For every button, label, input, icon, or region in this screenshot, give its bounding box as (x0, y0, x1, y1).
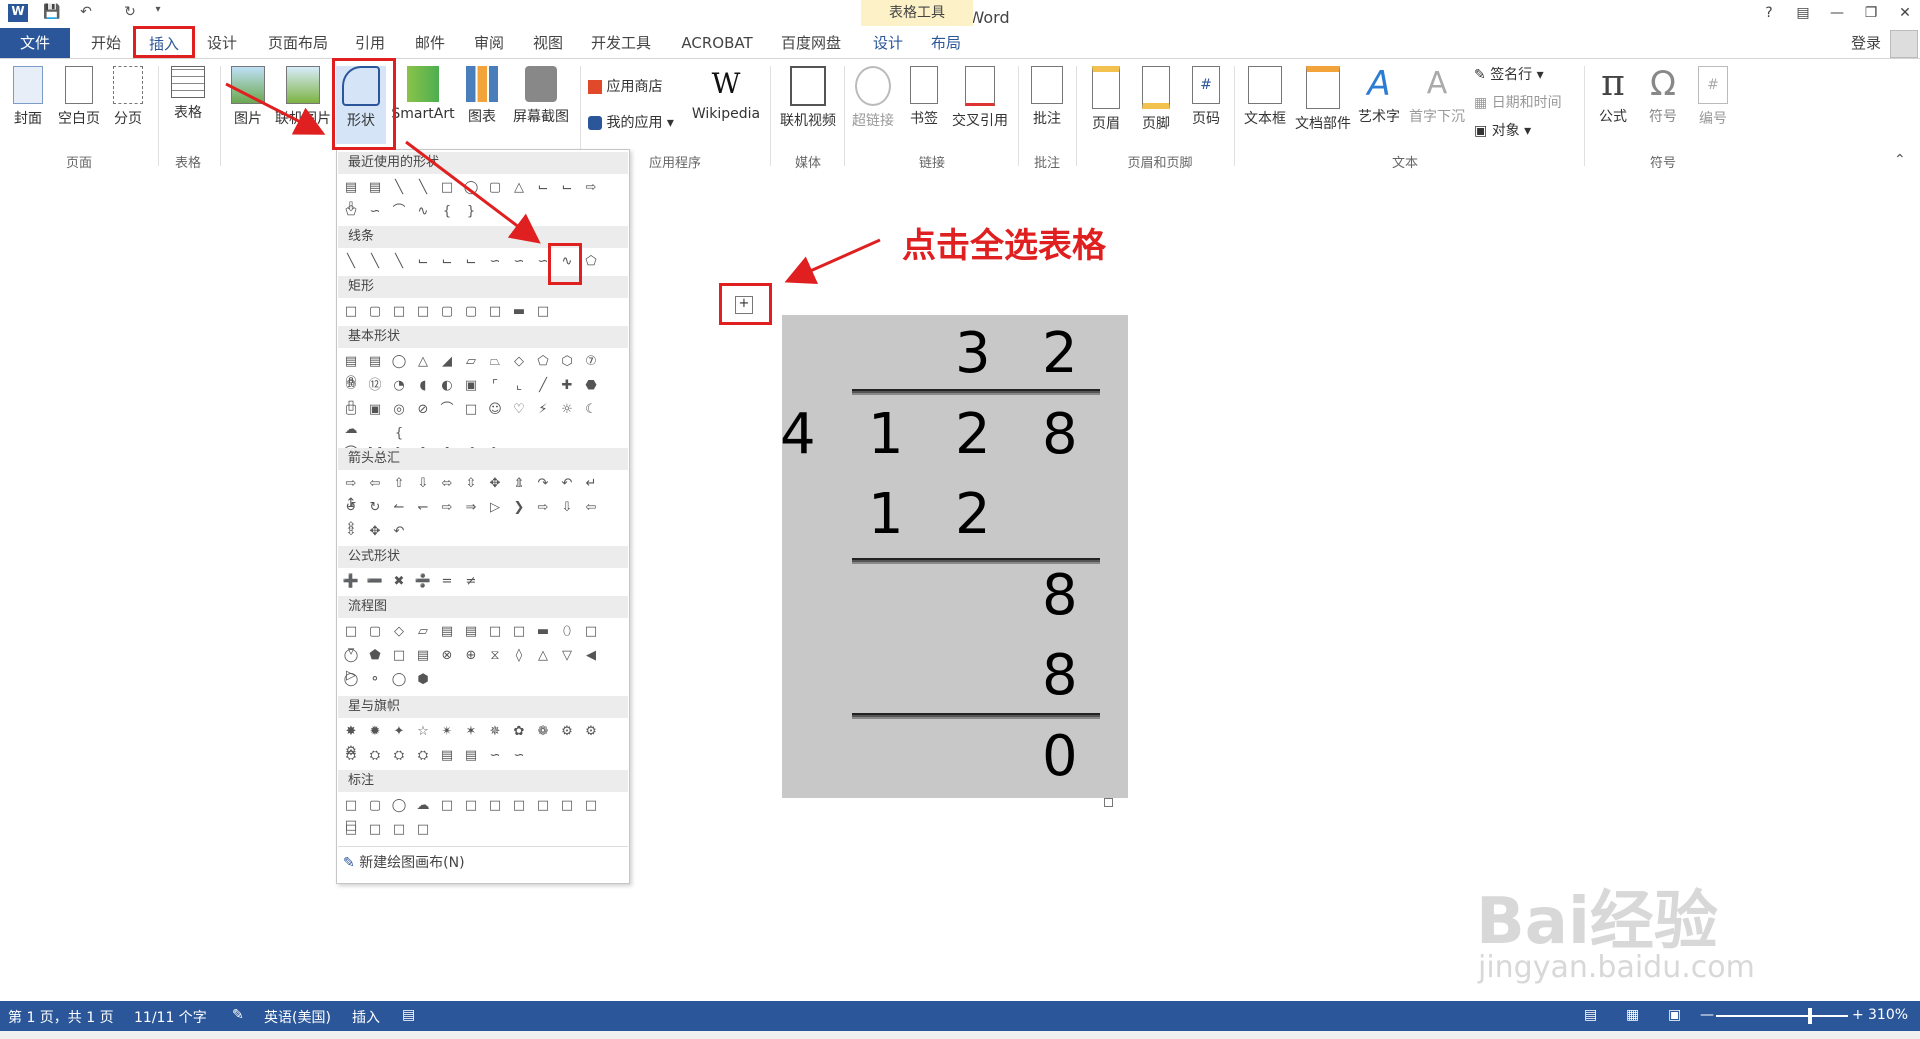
arrow-to-select-handle (784, 238, 881, 284)
read-mode-icon[interactable]: ▤ (1584, 1007, 1597, 1023)
print-layout-icon[interactable]: ▦ (1626, 1007, 1639, 1023)
zoom-in-icon[interactable]: + (1852, 1007, 1864, 1023)
zoom-out-icon[interactable]: — (1700, 1007, 1714, 1023)
web-layout-icon[interactable]: ▣ (1668, 1007, 1681, 1023)
word-count[interactable]: 11/11 个字 (134, 1007, 207, 1027)
zoom-slider[interactable] (1716, 1015, 1848, 1017)
insert-mode[interactable]: 插入 (352, 1007, 380, 1027)
status-bar: 第 1 页，共 1 页 11/11 个字 ✎ 英语(美国) 插入 ▤ ▤ ▦ ▣… (0, 1001, 1920, 1031)
zoom-level[interactable]: 310% (1868, 1007, 1908, 1023)
proofing-icon[interactable]: ✎ (232, 1007, 244, 1023)
arrow-to-shapes (225, 82, 326, 135)
watermark-url: jingyan.baidu.com (1478, 950, 1755, 985)
zoom-slider-thumb[interactable] (1808, 1008, 1812, 1024)
language-indicator[interactable]: 英语(美国) (264, 1007, 331, 1027)
page-indicator[interactable]: 第 1 页，共 1 页 (8, 1007, 114, 1027)
taskbar-edge (0, 1031, 1920, 1039)
watermark-brand: Bai经验 (1476, 885, 1718, 959)
arrow-to-curve (405, 140, 541, 244)
macro-icon[interactable]: ▤ (402, 1007, 415, 1023)
